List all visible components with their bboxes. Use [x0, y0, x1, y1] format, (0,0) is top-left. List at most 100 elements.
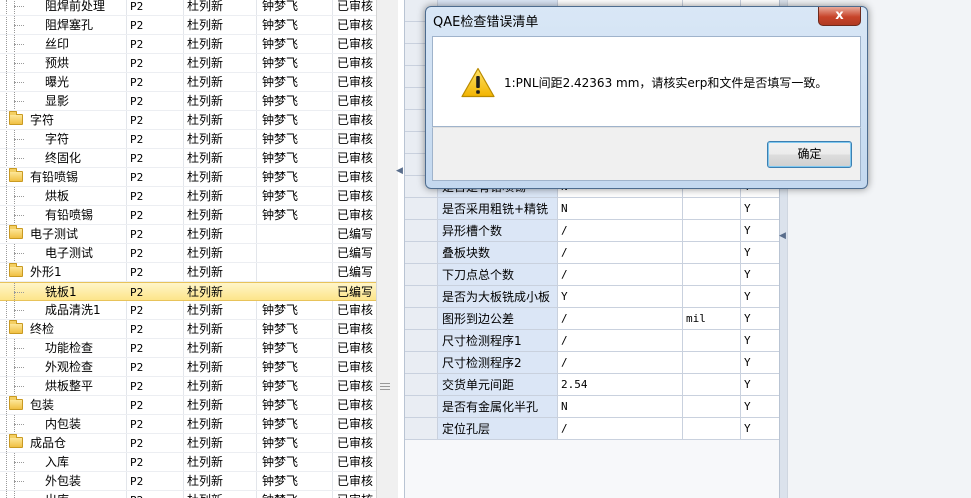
- tree-node[interactable]: 功能检查: [0, 339, 124, 357]
- grid-row[interactable]: 尺寸检测程序1/ Y: [405, 330, 780, 352]
- tree-folder-row[interactable]: 外形1 P2 杜列新 已编写: [0, 263, 376, 282]
- param-flag[interactable]: Y: [741, 308, 780, 329]
- param-flag[interactable]: Y: [741, 198, 780, 219]
- tree-node[interactable]: 内包装: [0, 415, 124, 433]
- row-header[interactable]: [405, 308, 438, 329]
- tree-node[interactable]: 阻焊前处理: [0, 0, 124, 15]
- tree-row[interactable]: 字符 P2 杜列新 钟梦飞 已审核: [0, 130, 376, 149]
- tree-node[interactable]: 铣板1: [0, 283, 124, 301]
- tree-node[interactable]: 终检: [0, 320, 124, 338]
- ok-button[interactable]: 确定: [767, 141, 852, 168]
- tree-row[interactable]: 电子测试 P2 杜列新 已编写: [0, 244, 376, 263]
- row-header[interactable]: [405, 330, 438, 351]
- collapse-arrow-icon[interactable]: ◀: [779, 231, 787, 241]
- param-value[interactable]: N: [558, 198, 683, 219]
- param-value[interactable]: /: [558, 220, 683, 241]
- tree-folder-row[interactable]: 成品仓 P2 杜列新 钟梦飞 已审核: [0, 434, 376, 453]
- row-header[interactable]: [405, 264, 438, 285]
- row-header[interactable]: [405, 374, 438, 395]
- tree-node[interactable]: 阻焊塞孔: [0, 16, 124, 34]
- grid-row[interactable]: 图形到边公差 / mil Y: [405, 308, 780, 330]
- tree-node[interactable]: 烘板整平: [0, 377, 124, 395]
- param-unit[interactable]: [683, 418, 741, 439]
- tree-folder-row[interactable]: 包装 P2 杜列新 钟梦飞 已审核: [0, 396, 376, 415]
- tree-row[interactable]: 显影 P2 杜列新 钟梦飞 已审核: [0, 92, 376, 111]
- tree-row[interactable]: 外观检查 P2 杜列新 钟梦飞 已审核: [0, 358, 376, 377]
- param-unit[interactable]: [683, 264, 741, 285]
- row-header[interactable]: [405, 286, 438, 307]
- tree-node[interactable]: 有铅喷锡: [0, 168, 124, 186]
- grid-row[interactable]: 尺寸检测程序2/ Y: [405, 352, 780, 374]
- param-flag[interactable]: Y: [741, 220, 780, 241]
- grid-row[interactable]: 叠板块数 / Y: [405, 242, 780, 264]
- tree-node[interactable]: 字符: [0, 111, 124, 129]
- param-value[interactable]: /: [558, 242, 683, 263]
- grid-row[interactable]: 是否为大板铣成小板 Y Y: [405, 286, 780, 308]
- param-flag[interactable]: Y: [741, 396, 780, 417]
- tree-folder-row[interactable]: 有铅喷锡 P2 杜列新 钟梦飞 已审核: [0, 168, 376, 187]
- grid-row[interactable]: 是否有金属化半孔 N Y: [405, 396, 780, 418]
- collapse-arrow-icon[interactable]: ◀: [396, 161, 404, 181]
- tree-node[interactable]: 出库: [0, 491, 124, 498]
- param-value[interactable]: N: [558, 396, 683, 417]
- param-value[interactable]: /: [558, 352, 683, 373]
- tree-node[interactable]: 烘板: [0, 187, 124, 205]
- param-flag[interactable]: Y: [741, 264, 780, 285]
- tree-row[interactable]: 内包装 P2 杜列新 钟梦飞 已审核: [0, 415, 376, 434]
- tree-row[interactable]: 阻焊前处理 P2 杜列新 钟梦飞 已审核: [0, 0, 376, 16]
- tree-node[interactable]: 外包装: [0, 472, 124, 490]
- tree-node[interactable]: 外观检查: [0, 358, 124, 376]
- tree-node[interactable]: 曝光: [0, 73, 124, 91]
- tree-row[interactable]: 外包装 P2 杜列新 钟梦飞 已审核: [0, 472, 376, 491]
- param-unit[interactable]: [683, 374, 741, 395]
- row-header[interactable]: [405, 418, 438, 439]
- tree-node[interactable]: 电子测试: [0, 225, 124, 243]
- row-header[interactable]: [405, 242, 438, 263]
- param-flag[interactable]: Y: [741, 286, 780, 307]
- row-header[interactable]: [405, 198, 438, 219]
- param-unit[interactable]: [683, 330, 741, 351]
- param-unit[interactable]: [683, 242, 741, 263]
- grid-row[interactable]: 是否采用粗铣+精铣 N Y: [405, 198, 780, 220]
- tree-row[interactable]: 出库 P2 杜列新钟梦飞已审核: [0, 491, 376, 498]
- row-header[interactable]: [405, 352, 438, 373]
- grid-row[interactable]: 交货单元间距 2.54 Y: [405, 374, 780, 396]
- grid-row[interactable]: 定位孔层 / Y: [405, 418, 780, 440]
- tree-row[interactable]: 铣板1 P2 杜列新 已编写: [0, 282, 376, 301]
- close-button[interactable]: x: [818, 7, 861, 26]
- tree-row[interactable]: 成品清洗1 P2 杜列新 钟梦飞 已审核: [0, 301, 376, 320]
- tree-row[interactable]: 预烘 P2 杜列新 钟梦飞 已审核: [0, 54, 376, 73]
- tree-node[interactable]: 外形1: [0, 263, 124, 281]
- tree-node[interactable]: 显影: [0, 92, 124, 110]
- param-unit[interactable]: [683, 286, 741, 307]
- tree-row[interactable]: 入库 P2 杜列新 钟梦飞 已审核: [0, 453, 376, 472]
- param-unit[interactable]: [683, 198, 741, 219]
- param-flag[interactable]: Y: [741, 242, 780, 263]
- process-tree-grid[interactable]: 阻焊前处理 P2 杜列新 钟梦飞 已审核 阻焊塞孔 P2 杜列新 钟梦飞 已审核 丝印 P2 杜列新 钟梦…: [0, 0, 376, 498]
- param-unit[interactable]: [683, 352, 741, 373]
- tree-folder-row[interactable]: 终检 P2 杜列新 钟梦飞 已审核: [0, 320, 376, 339]
- tree-node[interactable]: 电子测试: [0, 244, 124, 262]
- tree-row[interactable]: 终固化 P2 杜列新 钟梦飞 已审核: [0, 149, 376, 168]
- tree-row[interactable]: 有铅喷锡 P2 杜列新 钟梦飞 已审核: [0, 206, 376, 225]
- grid-row[interactable]: 异形槽个数 / Y: [405, 220, 780, 242]
- tree-folder-row[interactable]: 字符 P2 杜列新 钟梦飞 已审核: [0, 111, 376, 130]
- tree-row[interactable]: 烘板 P2 杜列新 钟梦飞 已审核: [0, 187, 376, 206]
- param-flag[interactable]: Y: [741, 330, 780, 351]
- param-value[interactable]: /: [558, 418, 683, 439]
- tree-row[interactable]: 丝印 P2 杜列新 钟梦飞 已审核: [0, 35, 376, 54]
- tree-row[interactable]: 曝光 P2 杜列新 钟梦飞 已审核: [0, 73, 376, 92]
- param-unit[interactable]: [683, 220, 741, 241]
- param-flag[interactable]: Y: [741, 374, 780, 395]
- grid-row[interactable]: 下刀点总个数 / Y: [405, 264, 780, 286]
- param-unit[interactable]: [683, 396, 741, 417]
- tree-node[interactable]: 有铅喷锡: [0, 206, 124, 224]
- param-unit[interactable]: mil: [683, 308, 741, 329]
- param-flag[interactable]: Y: [741, 352, 780, 373]
- tree-node[interactable]: 包装: [0, 396, 124, 414]
- param-value[interactable]: /: [558, 330, 683, 351]
- param-value[interactable]: /: [558, 308, 683, 329]
- tree-node[interactable]: 预烘: [0, 54, 124, 72]
- tree-node[interactable]: 丝印: [0, 35, 124, 53]
- param-flag[interactable]: Y: [741, 418, 780, 439]
